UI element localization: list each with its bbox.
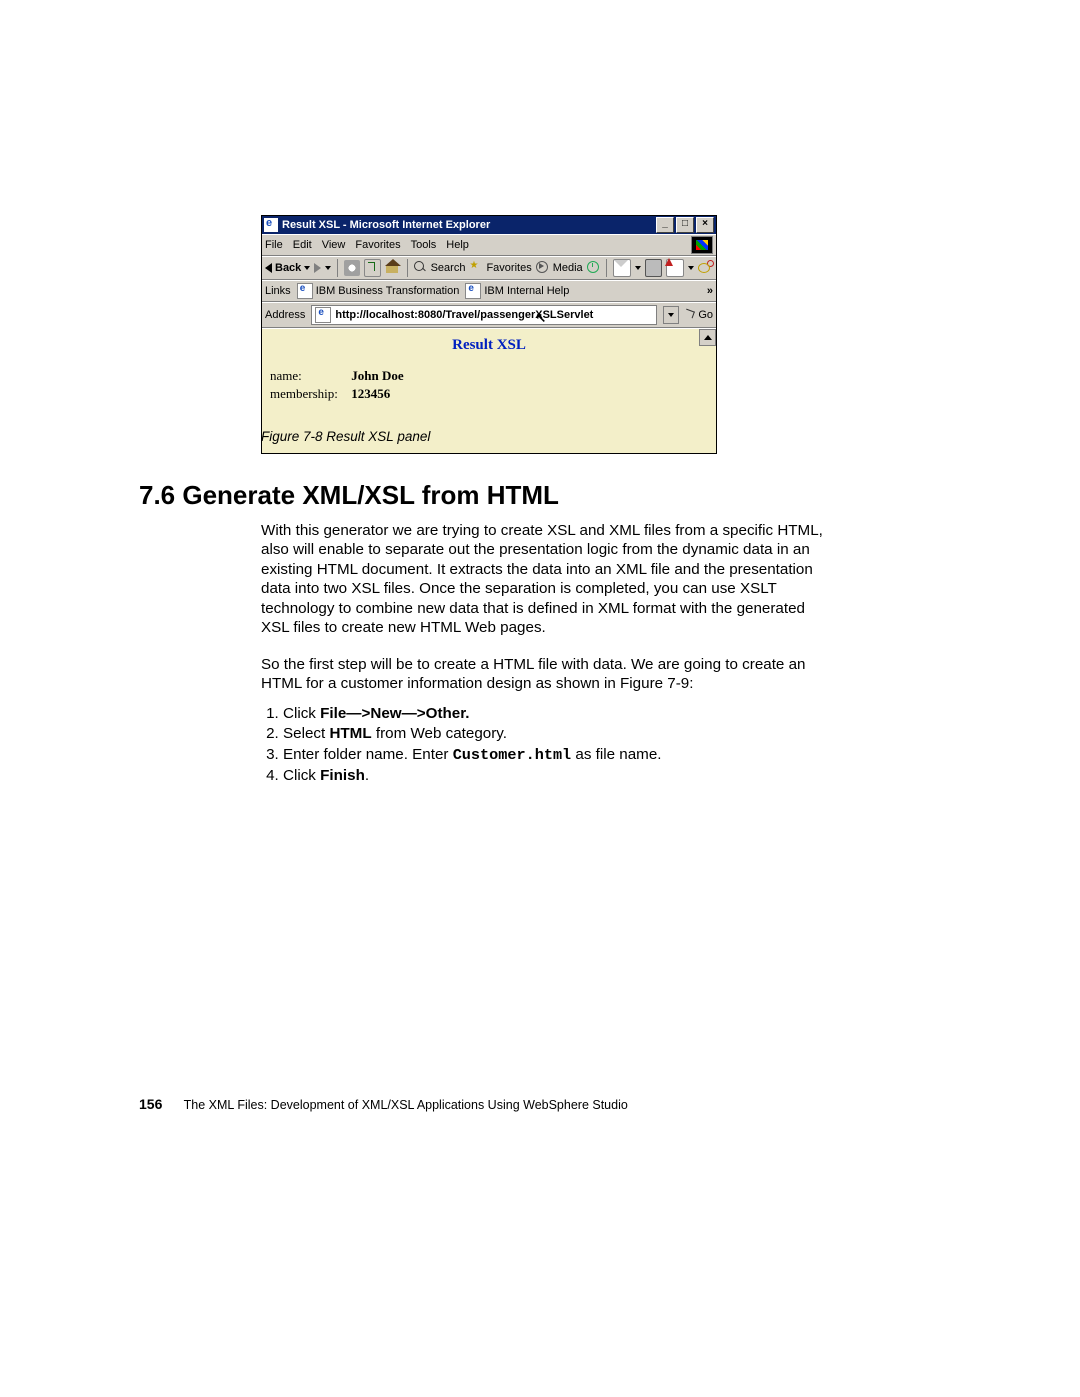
separator <box>606 259 607 277</box>
membership-row: membership: 123456 <box>270 386 708 402</box>
search-button[interactable]: Search <box>414 261 466 275</box>
arrow-left-icon <box>265 263 272 273</box>
step-2: Select HTML from Web category. <box>283 724 831 743</box>
page-icon <box>297 283 313 299</box>
step-3: Enter folder name. Enter Customer.html a… <box>283 745 831 765</box>
star-icon <box>469 261 483 275</box>
page-icon <box>465 283 481 299</box>
membership-value: 123456 <box>351 386 390 401</box>
step-text: as file name. <box>571 746 661 763</box>
link-ibm-transformation[interactable]: IBM Business Transformation <box>297 283 460 299</box>
forward-button[interactable] <box>314 263 321 273</box>
page-footer: 156 The XML Files: Development of XML/XS… <box>139 1096 628 1112</box>
media-label: Media <box>553 262 583 274</box>
link-ibm-internal-help[interactable]: IBM Internal Help <box>465 283 569 299</box>
result-xsl-title: Result XSL <box>270 337 708 354</box>
membership-label: membership: <box>270 386 348 402</box>
step-bold: File—>New—>Other. <box>320 705 469 722</box>
step-text: Select <box>283 725 329 742</box>
ie-links-bar: Links IBM Business Transformation IBM In… <box>262 280 716 302</box>
figure-caption: Figure 7-8 Result XSL panel <box>261 429 430 444</box>
section-heading: 7.6 Generate XML/XSL from HTML <box>139 480 559 511</box>
chevron-down-icon <box>304 266 310 270</box>
links-expand-button[interactable]: » <box>707 285 713 297</box>
messenger-icon[interactable] <box>698 260 713 276</box>
step-text: Click <box>283 705 320 722</box>
separator <box>337 259 338 277</box>
go-label: Go <box>698 309 713 321</box>
ie-titlebar: Result XSL - Microsoft Internet Explorer… <box>262 216 716 234</box>
search-label: Search <box>431 262 466 274</box>
figure-ie-window: Result XSL - Microsoft Internet Explorer… <box>261 215 717 454</box>
mail-icon[interactable] <box>613 259 630 277</box>
close-button[interactable]: × <box>696 217 714 233</box>
minimize-button[interactable]: _ <box>656 217 674 233</box>
history-icon[interactable] <box>587 261 601 275</box>
separator <box>407 259 408 277</box>
steps-list: Click File—>New—>Other. Select HTML from… <box>261 703 831 787</box>
step-bold: Finish <box>320 767 365 784</box>
name-value: John Doe <box>351 368 403 383</box>
address-dropdown-button[interactable] <box>663 306 679 324</box>
link-label: IBM Business Transformation <box>316 285 460 297</box>
edit-icon[interactable] <box>666 259 683 277</box>
scroll-up-button[interactable] <box>699 329 716 346</box>
menu-edit[interactable]: Edit <box>293 239 312 251</box>
go-arrow-icon <box>685 310 695 320</box>
link-label: IBM Internal Help <box>484 285 569 297</box>
body-paragraph-2: So the first step will be to create a HT… <box>261 655 831 694</box>
menu-help[interactable]: Help <box>446 239 469 251</box>
book-title: The XML Files: Development of XML/XSL Ap… <box>184 1098 628 1112</box>
print-icon[interactable] <box>645 259 662 277</box>
step-text: Click <box>283 767 320 784</box>
step-text: from Web category. <box>372 725 507 742</box>
ie-menubar: File Edit View Favorites Tools Help <box>262 234 716 256</box>
menu-tools[interactable]: Tools <box>411 239 437 251</box>
step-4: Click Finish. <box>283 766 831 785</box>
go-button[interactable]: Go <box>685 309 713 321</box>
media-button[interactable]: Media <box>536 261 583 275</box>
search-icon <box>414 261 428 275</box>
ie-window-title: Result XSL - Microsoft Internet Explorer <box>282 219 656 231</box>
favorites-label: Favorites <box>486 262 531 274</box>
favorites-button[interactable]: Favorites <box>469 261 531 275</box>
ie-app-icon <box>264 218 278 232</box>
home-icon[interactable] <box>385 260 400 276</box>
links-label: Links <box>265 285 291 297</box>
maximize-button[interactable]: □ <box>676 217 694 233</box>
address-label: Address <box>265 309 305 321</box>
chevron-down-icon <box>668 313 674 317</box>
step-bold: HTML <box>329 725 371 742</box>
page-icon <box>315 307 331 323</box>
chevron-down-icon <box>325 266 331 270</box>
ie-address-bar: Address http://localhost:8080/Travel/pas… <box>262 302 716 328</box>
name-label: name: <box>270 368 348 384</box>
page-number: 156 <box>139 1096 162 1112</box>
refresh-icon[interactable] <box>364 259 381 277</box>
menu-view[interactable]: View <box>322 239 346 251</box>
menu-favorites[interactable]: Favorites <box>355 239 400 251</box>
stop-icon[interactable] <box>344 260 359 276</box>
name-row: name: John Doe <box>270 368 708 384</box>
chevron-down-icon <box>635 266 641 270</box>
back-button[interactable]: Back <box>265 262 310 274</box>
step-text: . <box>365 767 369 784</box>
step-filename: Customer.html <box>453 746 571 764</box>
menu-file[interactable]: File <box>265 239 283 251</box>
body-paragraph-1: With this generator we are trying to cre… <box>261 521 831 638</box>
media-icon <box>536 261 550 275</box>
step-1: Click File—>New—>Other. <box>283 704 831 723</box>
ie-throbber-icon <box>691 236 713 254</box>
back-label: Back <box>275 262 301 274</box>
step-text: Enter folder name. Enter <box>283 746 453 763</box>
chevron-down-icon <box>688 266 694 270</box>
address-url-text: http://localhost:8080/Travel/passengerXS… <box>335 309 593 321</box>
ie-toolbar: Back Search Favorites Media <box>262 256 716 280</box>
address-input[interactable]: http://localhost:8080/Travel/passengerXS… <box>311 305 657 325</box>
